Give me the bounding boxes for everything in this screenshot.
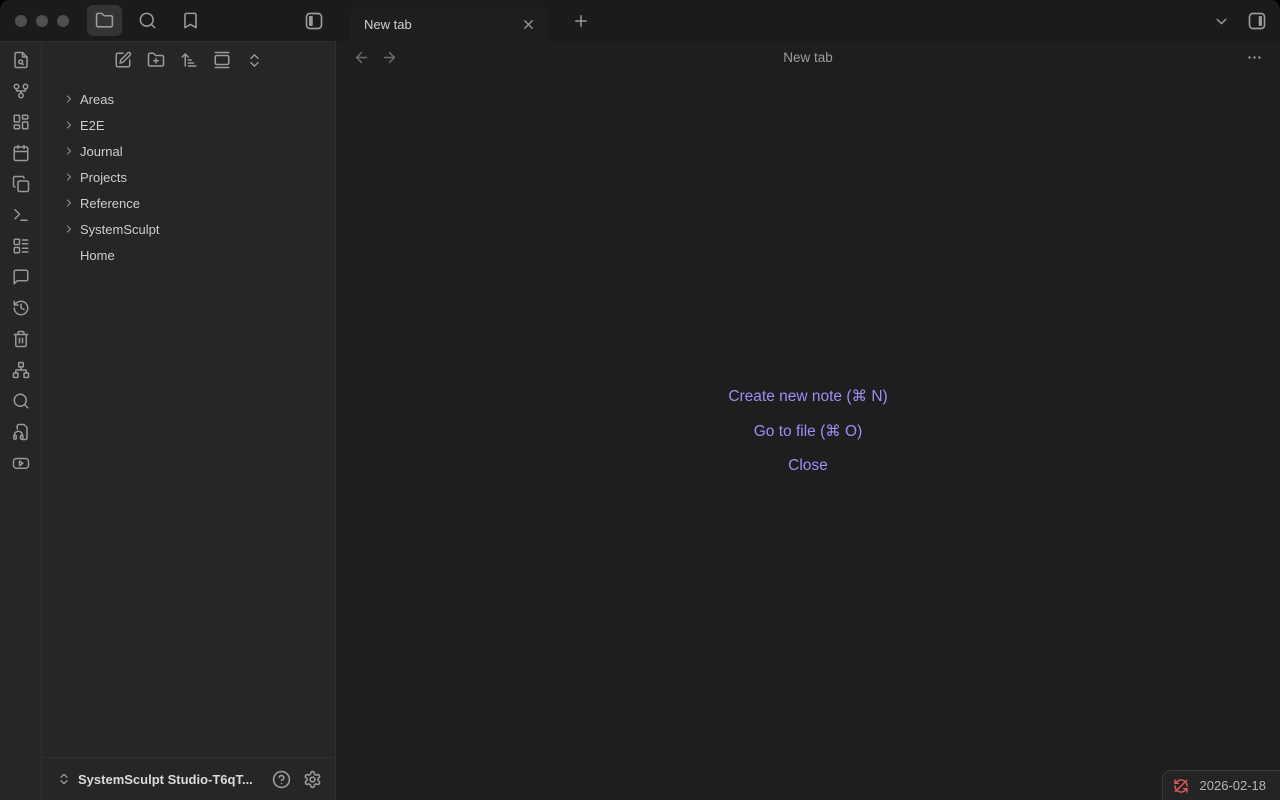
obsidian-window: New tab: [0, 0, 1280, 800]
explorer-toolbar: [42, 42, 335, 78]
close-action[interactable]: Close: [788, 457, 828, 475]
close-window-button[interactable]: [15, 15, 27, 27]
close-tab-icon[interactable]: [519, 15, 538, 34]
search-tab-button[interactable]: [130, 5, 165, 36]
help-circle-icon: [272, 770, 291, 789]
status-date[interactable]: 2026-02-18: [1200, 778, 1267, 793]
create-new-note-action[interactable]: Create new note (⌘ N): [728, 387, 887, 406]
layout-list-icon[interactable]: [12, 237, 30, 255]
panel-right-icon: [1247, 11, 1267, 31]
vault-switcher[interactable]: SystemSculpt Studio-T6qT...: [42, 757, 335, 800]
gallery-vertical-icon[interactable]: [213, 51, 231, 69]
tree-item-label: E2E: [80, 118, 105, 133]
git-fork-icon[interactable]: [12, 82, 30, 100]
chevron-right-icon: [63, 93, 80, 105]
terminal-icon[interactable]: [12, 206, 30, 224]
view-title: New tab: [336, 50, 1280, 65]
file-tree: Areas E2E Journal Projects Reference: [42, 78, 335, 757]
trash-icon[interactable]: [12, 330, 30, 348]
file-explorer: Areas E2E Journal Projects Reference: [42, 42, 336, 800]
help-button[interactable]: [272, 770, 291, 789]
tab-title: New tab: [364, 17, 519, 32]
tree-item-label: SystemSculpt: [80, 222, 159, 237]
tab-strip-right: [1213, 0, 1267, 42]
settings-button[interactable]: [303, 770, 322, 789]
file-search-icon[interactable]: [12, 51, 30, 69]
navigate-back-button[interactable]: [353, 49, 370, 66]
chevrons-up-down-icon[interactable]: [246, 52, 263, 69]
chevron-right-icon: [63, 223, 80, 235]
tab-bar: New tab: [336, 0, 1280, 42]
bookmark-icon: [181, 11, 200, 30]
tree-folder-areas[interactable]: Areas: [42, 86, 335, 112]
tree-item-label: Projects: [80, 170, 127, 185]
history-icon[interactable]: [12, 299, 30, 317]
status-bar: 2026-02-18: [1162, 770, 1280, 800]
arrow-left-icon: [353, 49, 370, 66]
message-square-icon[interactable]: [12, 268, 30, 286]
toggle-left-sidebar-button[interactable]: [304, 11, 324, 31]
tree-folder-projects[interactable]: Projects: [42, 164, 335, 190]
chevron-down-icon: [1213, 13, 1230, 30]
panel-left-icon: [304, 11, 324, 31]
navigate-forward-button[interactable]: [381, 49, 398, 66]
search-icon: [138, 11, 157, 30]
traffic-lights: [15, 15, 69, 27]
new-tab-button[interactable]: [568, 0, 594, 42]
more-horizontal-icon: [1246, 49, 1263, 66]
files-tab-button[interactable]: [87, 5, 122, 36]
toggle-right-sidebar-button[interactable]: [1247, 11, 1267, 31]
more-options-button[interactable]: [1246, 49, 1263, 66]
left-ribbon: [0, 42, 42, 800]
view-header: New tab: [336, 42, 1280, 72]
main-pane: New tab Create new note (⌘ N) Go to file…: [336, 42, 1280, 800]
minimize-window-button[interactable]: [36, 15, 48, 27]
video-play-icon[interactable]: [12, 454, 30, 472]
folder-icon: [95, 11, 114, 30]
titlebar: New tab: [0, 0, 1280, 42]
go-to-file-action[interactable]: Go to file (⌘ O): [754, 422, 863, 441]
tree-folder-journal[interactable]: Journal: [42, 138, 335, 164]
empty-state: Create new note (⌘ N) Go to file (⌘ O) C…: [336, 72, 1280, 800]
copy-icon[interactable]: [12, 175, 30, 193]
tree-item-label: Reference: [80, 196, 140, 211]
chevron-right-icon: [63, 197, 80, 209]
zoom-window-button[interactable]: [57, 15, 69, 27]
vault-name: SystemSculpt Studio-T6qT...: [78, 772, 265, 787]
chevron-right-icon: [63, 119, 80, 131]
audio-file-icon[interactable]: [12, 423, 30, 441]
calendar-icon[interactable]: [12, 144, 30, 162]
new-folder-icon[interactable]: [147, 51, 165, 69]
tree-file-home[interactable]: Home: [42, 242, 335, 268]
chevron-right-icon: [63, 171, 80, 183]
chevron-right-icon: [63, 145, 80, 157]
sort-order-icon[interactable]: [180, 51, 198, 69]
sync-off-icon: [1173, 778, 1189, 794]
gear-icon: [303, 770, 322, 789]
layout-dashboard-icon[interactable]: [12, 113, 30, 131]
tree-item-label: Areas: [80, 92, 114, 107]
plus-icon: [572, 12, 590, 30]
tab-list-dropdown-button[interactable]: [1213, 13, 1230, 30]
tree-folder-systemsculpt[interactable]: SystemSculpt: [42, 216, 335, 242]
chevrons-up-down-icon: [57, 772, 71, 786]
tree-item-label: Home: [80, 248, 115, 263]
tree-folder-reference[interactable]: Reference: [42, 190, 335, 216]
arrow-right-icon: [381, 49, 398, 66]
titlebar-left: [0, 0, 336, 42]
tree-item-label: Journal: [80, 144, 123, 159]
bookmarks-tab-button[interactable]: [173, 5, 208, 36]
search-icon[interactable]: [12, 392, 30, 410]
tab-new-tab[interactable]: New tab: [350, 7, 548, 42]
sync-off-status-button[interactable]: [1173, 778, 1189, 794]
network-icon[interactable]: [12, 361, 30, 379]
new-note-icon[interactable]: [114, 51, 132, 69]
tree-folder-e2e[interactable]: E2E: [42, 112, 335, 138]
